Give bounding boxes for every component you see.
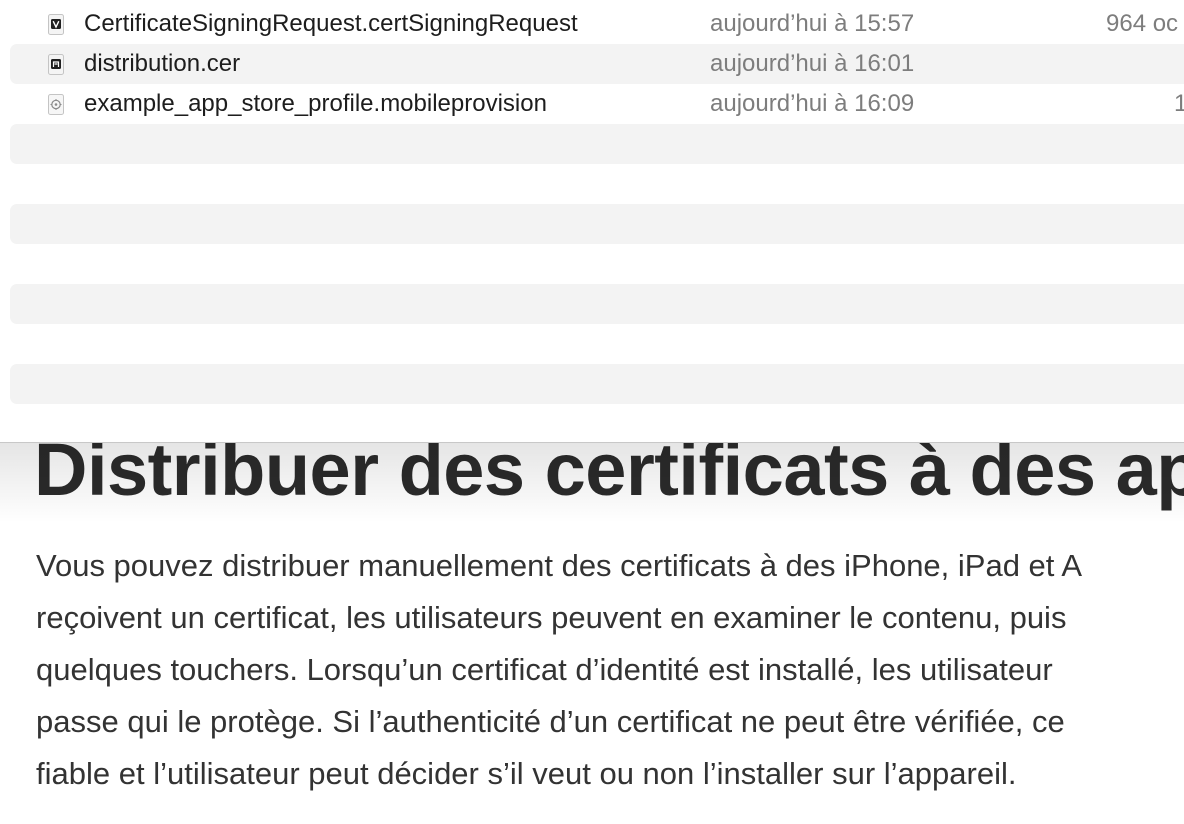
empty-row <box>10 244 1184 284</box>
file-date: aujourd’hui à 15:57 <box>710 10 915 37</box>
empty-row <box>10 284 1184 324</box>
certificate-file-icon <box>46 54 66 75</box>
file-row[interactable]: distribution.cer aujourd’hui à 16:01 <box>10 44 1184 84</box>
file-row[interactable]: CertificateSigningRequest.certSigningReq… <box>10 4 1184 44</box>
screen: Distribuer des certificats à des ap Vous… <box>0 0 1184 824</box>
article-body-line: Vous pouvez distribuer manuellement des … <box>36 548 1082 583</box>
file-date: aujourd’hui à 16:09 <box>710 90 915 117</box>
file-size: 1 <box>1174 90 1184 117</box>
file-date: aujourd’hui à 16:01 <box>710 50 915 77</box>
file-row[interactable]: example_app_store_profile.mobileprovisio… <box>10 84 1184 124</box>
csr-file-icon <box>46 14 66 35</box>
article-body-line: reçoivent un certificat, les utilisateur… <box>36 600 1067 635</box>
article-body-line: quelques touchers. Lorsqu’un certificat … <box>36 652 1053 687</box>
article-body-line: fiable et l’utilisateur peut décider s’i… <box>36 756 1017 791</box>
empty-row <box>10 364 1184 404</box>
empty-row <box>10 124 1184 164</box>
article-body: Vous pouvez distribuer manuellement des … <box>36 540 1082 800</box>
empty-row <box>10 204 1184 244</box>
file-name: CertificateSigningRequest.certSigningReq… <box>84 10 578 37</box>
provisioning-profile-icon <box>46 94 66 115</box>
file-size: 964 oc <box>1106 10 1179 37</box>
file-name: example_app_store_profile.mobileprovisio… <box>84 90 547 117</box>
empty-row <box>10 164 1184 204</box>
finder-file-list: CertificateSigningRequest.certSigningReq… <box>0 0 1184 443</box>
empty-row <box>10 324 1184 364</box>
file-name: distribution.cer <box>84 50 241 77</box>
article-body-line: passe qui le protège. Si l’authenticité … <box>36 704 1065 739</box>
